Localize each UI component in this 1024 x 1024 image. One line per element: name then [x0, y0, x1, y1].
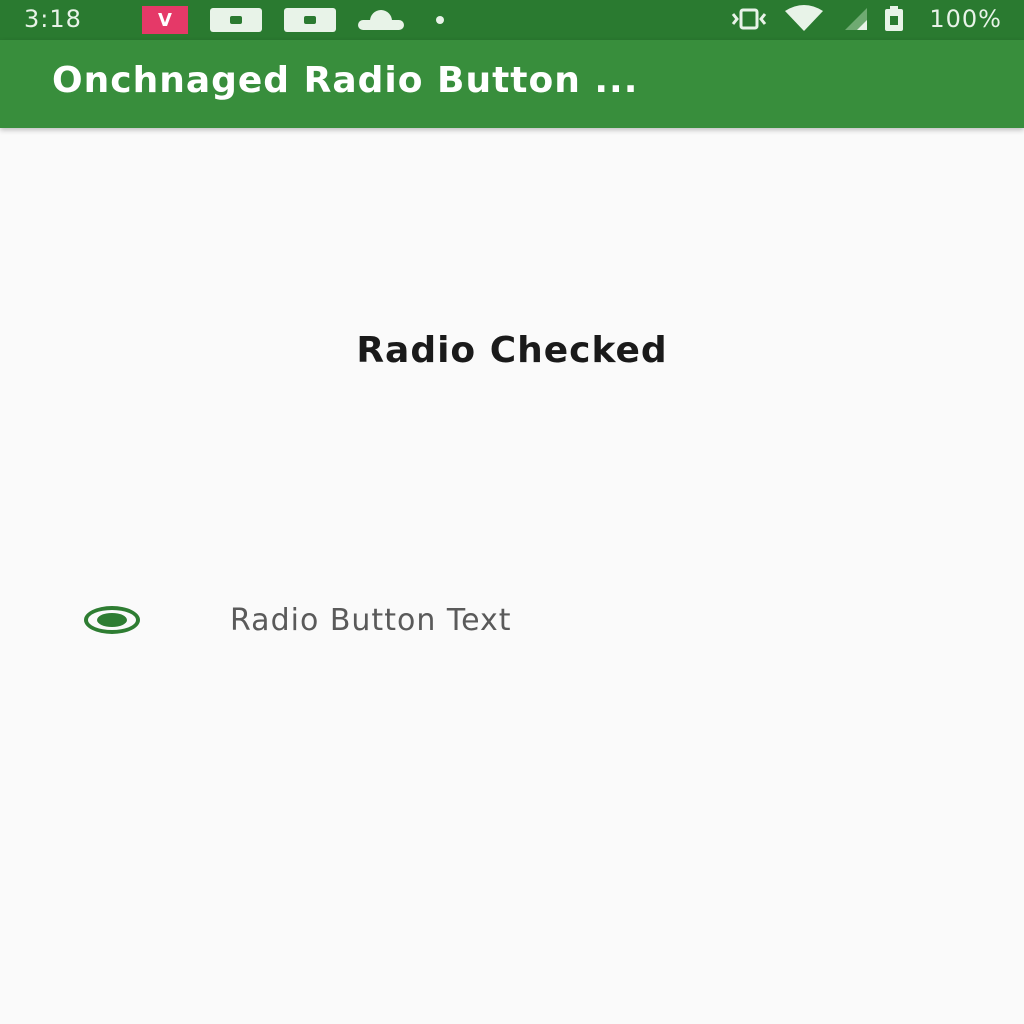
- notification-icons: V: [142, 6, 444, 34]
- radio-dot: [97, 613, 127, 627]
- vibrate-icon: [732, 8, 767, 30]
- radio-button-label[interactable]: Radio Button Text: [230, 603, 512, 638]
- battery-percentage: 100%: [929, 5, 1002, 33]
- radio-button[interactable]: Radio Button Text: [60, 588, 700, 652]
- app-bar: Onchnaged Radio Button ...: [0, 40, 1024, 128]
- radio-status-text: Radio Checked: [356, 330, 668, 371]
- message-icon: [284, 8, 336, 32]
- wifi-icon: [785, 5, 824, 31]
- dot-icon: [436, 16, 444, 24]
- radio-checked-icon[interactable]: [84, 606, 140, 634]
- battery-icon: [885, 6, 904, 31]
- system-icons: 100%: [729, 5, 1002, 33]
- v-app-icon: V: [142, 6, 188, 34]
- message-icon: [210, 8, 262, 32]
- status-time: 3:18: [24, 5, 82, 33]
- signal-icon: [845, 8, 868, 30]
- cloud-icon: [358, 8, 404, 32]
- status-bar: 3:18 V 100%: [0, 0, 1024, 40]
- app-title: Onchnaged Radio Button ...: [52, 60, 639, 101]
